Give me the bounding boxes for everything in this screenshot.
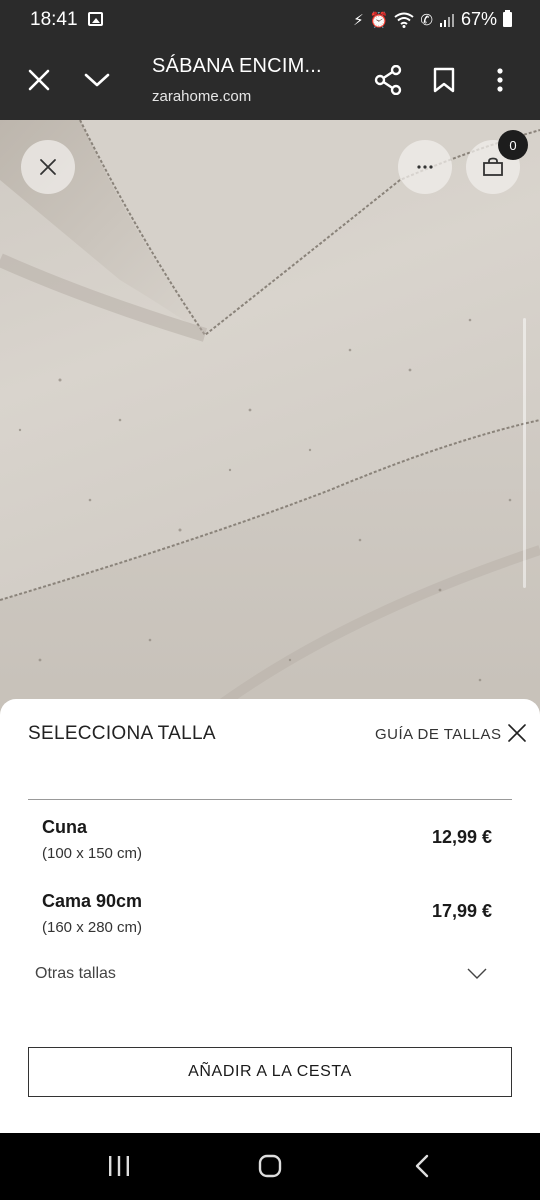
close-gallery-button[interactable] [21,140,75,194]
battery-percent: 67% [460,9,497,29]
add-to-cart-button[interactable]: AÑADIR A LA CESTA [28,1047,512,1097]
image-icon [88,12,103,26]
size-name: Cama 90cm [42,891,143,911]
wifi-call-icon: ✆ [420,11,433,29]
wifi-icon [394,12,415,28]
more-vertical-icon [497,68,503,92]
close-sheet-button[interactable] [502,718,532,748]
status-bar: 18:41 ⚡ ⏰ ✆ 67% [0,0,540,40]
system-nav-bar [0,1133,540,1200]
size-dimensions: (100 x 150 cm) [42,845,143,862]
chevron-down-icon [466,965,488,983]
close-icon [508,724,526,742]
browser-menu-button[interactable] [482,60,518,100]
signal-icon [439,13,454,27]
size-dimensions: (160 x 280 cm) [42,919,143,936]
sheet-title: SELECCIONA TALLA [28,723,216,744]
bookmark-icon [433,67,455,93]
chevron-down-icon [84,73,110,87]
image-scrollbar[interactable] [523,318,526,588]
divider [28,799,512,800]
browser-toolbar: SÁBANA ENCIM... zarahome.com [0,40,540,120]
close-tab-button[interactable] [18,60,60,100]
page-domain: zarahome.com [152,88,252,105]
size-price: 17,99 € [431,901,492,921]
more-options-button[interactable] [398,140,452,194]
size-guide-link[interactable]: GUÍA DE TALLAS [375,726,502,743]
recents-icon [109,1156,129,1176]
status-icons: ⚡ ⏰ ✆ 67% [353,9,512,30]
size-option-cama-90[interactable]: Cama 90cm (160 x 280 cm) 17,99 € [28,883,512,949]
back-icon [415,1154,429,1178]
battery-icon [503,10,512,27]
fabric-texture [0,120,540,720]
share-icon [374,65,402,95]
status-time: 18:41 [30,9,78,30]
home-icon [258,1154,282,1178]
recents-button[interactable] [97,1149,141,1183]
bookmark-button[interactable] [424,60,464,100]
close-icon [40,159,56,175]
product-image[interactable] [0,120,540,720]
other-sizes-label: Otras tallas [35,965,116,982]
alarm-icon: ⏰ [369,11,389,29]
page-title: SÁBANA ENCIM... [152,55,322,77]
bag-count-badge: 0 [498,130,528,160]
home-button[interactable] [248,1149,292,1183]
close-icon [28,69,50,91]
shopping-bag-icon [483,157,503,176]
size-option-cuna[interactable]: Cuna (100 x 150 cm) 12,99 € [28,809,512,875]
minimize-button[interactable] [76,60,118,100]
battery-saver-icon: ⚡ [353,11,364,29]
size-name: Cuna [42,817,87,837]
more-horizontal-icon [417,165,433,169]
back-button[interactable] [400,1149,444,1183]
other-sizes-toggle[interactable]: Otras tallas [28,955,512,995]
share-button[interactable] [368,60,408,100]
size-selection-sheet: SELECCIONA TALLA GUÍA DE TALLAS Cuna (10… [0,699,540,1133]
size-price: 12,99 € [431,827,492,847]
